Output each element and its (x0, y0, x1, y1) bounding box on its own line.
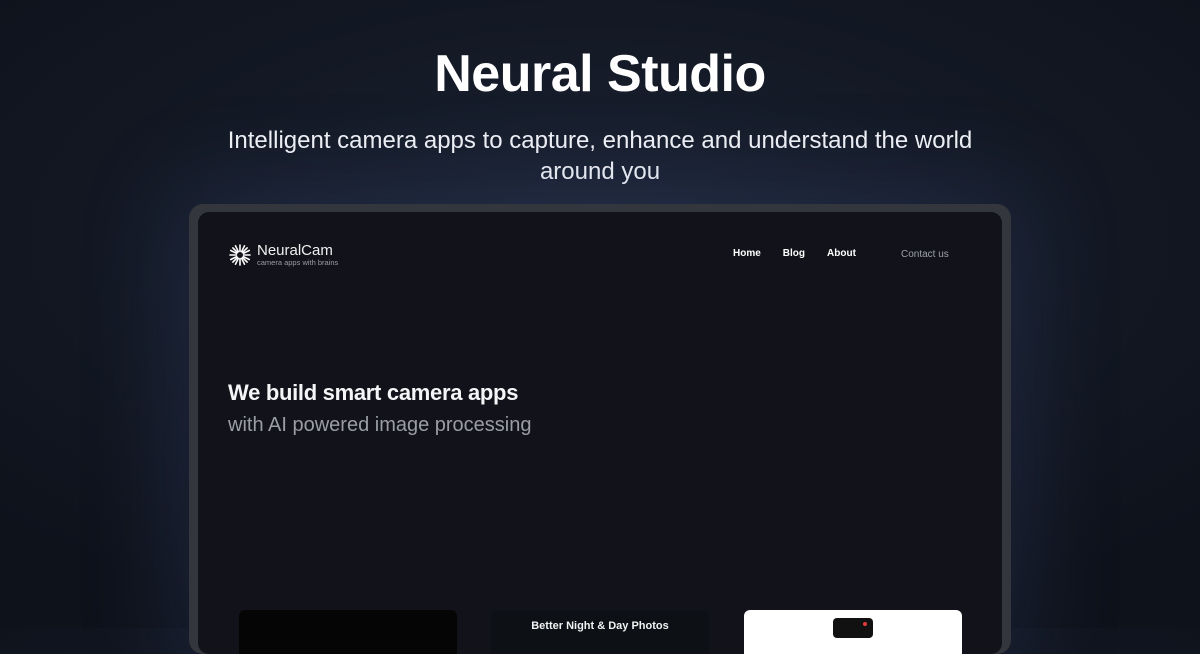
browser-preview-frame: NeuralCam camera apps with brains Home B… (189, 204, 1011, 654)
top-nav: NeuralCam camera apps with brains Home B… (198, 212, 1002, 302)
nav-link-about[interactable]: About (827, 248, 856, 259)
starburst-icon (229, 244, 251, 266)
nav-link-blog[interactable]: Blog (783, 248, 805, 259)
preview-subheadline: with AI powered image processing (228, 414, 532, 436)
contact-link[interactable]: Contact us (901, 249, 949, 260)
nav-link-home[interactable]: Home (733, 248, 761, 259)
app-thumbnail (833, 618, 873, 638)
logo[interactable]: NeuralCam camera apps with brains (228, 243, 338, 267)
logo-name: NeuralCam (257, 242, 333, 259)
nav-links: Home Blog About (733, 248, 878, 259)
page-subtitle: Intelligent camera apps to capture, enha… (227, 127, 973, 185)
preview-headline: We build smart camera apps (228, 380, 519, 405)
website-preview: NeuralCam camera apps with brains Home B… (198, 212, 1002, 654)
app-card-dark[interactable] (239, 610, 457, 654)
record-dot-icon (863, 622, 867, 626)
app-card-night-day[interactable]: Better Night & Day Photos (491, 610, 709, 654)
app-card-light[interactable] (744, 610, 962, 654)
page-title: Neural Studio (434, 45, 766, 103)
logo-tagline: camera apps with brains (257, 258, 339, 267)
card-title: Better Night & Day Photos (531, 620, 669, 632)
